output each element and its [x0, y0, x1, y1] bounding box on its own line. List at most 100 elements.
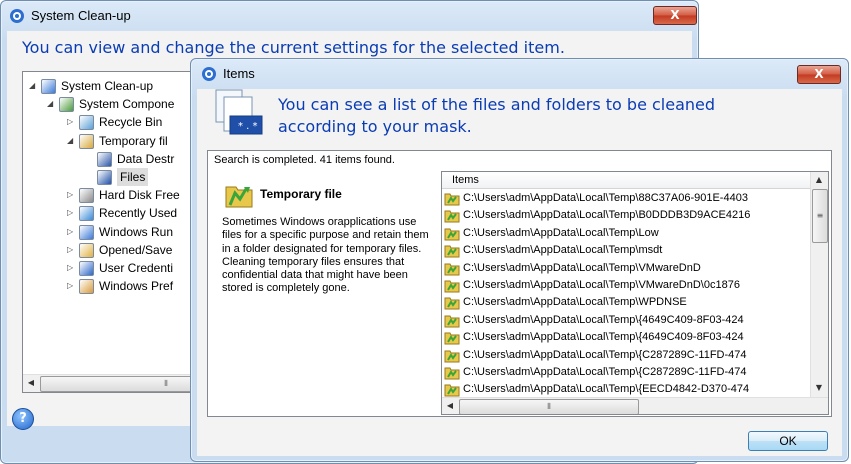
scroll-thumb[interactable]: ⦀ — [40, 376, 191, 392]
list-item-path: C:\Users\adm\AppData\Local\Temp\Low — [463, 226, 659, 239]
item-description: Sometimes Windows orapplications use fil… — [222, 216, 429, 295]
collapsed-arrow-icon[interactable]: ▷ — [67, 282, 75, 290]
folder-icon — [444, 209, 460, 223]
list-item[interactable]: C:\Users\adm\AppData\Local\Temp\B0DDDB3D… — [442, 207, 810, 225]
collapsed-arrow-icon[interactable]: ▷ — [67, 245, 75, 254]
tree-item-label: System Clean-up — [61, 79, 154, 93]
folder-icon — [444, 192, 460, 206]
list-item[interactable]: C:\Users\adm\AppData\Local\Temp\Low — [442, 225, 810, 243]
tree-item-label: Files — [117, 168, 149, 186]
collapsed-arrow-icon[interactable]: ▷ — [67, 227, 75, 236]
list-vertical-scrollbar[interactable]: ▲ ≡ ▼ — [810, 172, 828, 397]
help-button[interactable]: ? — [12, 408, 34, 430]
list-item-path: C:\Users\adm\AppData\Local\Temp\{4649C40… — [463, 313, 744, 326]
list-item[interactable]: C:\Users\adm\AppData\Local\Temp\msdt — [442, 242, 810, 260]
collapsed-arrow-icon[interactable]: ▷ — [67, 118, 75, 126]
settings-tree[interactable]: ◢ System Clean-up ◢ System Compone ▷ Recycle … — [22, 71, 192, 393]
tree-item-label: System Compone — [79, 97, 175, 112]
list-item[interactable]: C:\Users\adm\AppData\Local\Temp\{4649C40… — [442, 312, 810, 330]
folder-icon — [444, 349, 460, 363]
tree-item-label: Recently Used — [99, 206, 178, 221]
collapsed-arrow-icon — [85, 155, 93, 163]
ok-button[interactable]: OK — [748, 431, 828, 451]
folder-icon — [444, 279, 460, 293]
list-item-path: C:\Users\adm\AppData\Local\Temp\{4649C40… — [463, 331, 744, 344]
list-item[interactable]: C:\Users\adm\AppData\Local\Temp\VMwareDn… — [442, 277, 810, 295]
folder-icon — [444, 296, 460, 310]
list-horizontal-scrollbar[interactable]: ◀ ⦀ — [442, 397, 828, 414]
vertical-scroll-thumb[interactable]: ≡ — [812, 189, 828, 243]
list-item[interactable]: C:\Users\adm\AppData\Local\Temp\88C37A06… — [442, 190, 810, 208]
system-cleanup-icon — [41, 79, 56, 94]
tree-item-label: User Credenti — [99, 261, 174, 275]
list-item[interactable]: C:\Users\adm\AppData\Local\Temp\VMwareDn… — [442, 260, 810, 278]
hard-disk-icon — [79, 188, 94, 204]
data-destruction-icon — [97, 151, 112, 167]
list-item-path: C:\Users\adm\AppData\Local\Temp\B0DDDB3D… — [463, 209, 751, 222]
windows-run-icon — [79, 224, 94, 240]
tree-item-label: Windows Pref — [99, 279, 174, 294]
list-scroll-thumb[interactable]: ⦀ — [459, 399, 639, 414]
list-item-path: C:\Users\adm\AppData\Local\Temp\VMwareDn… — [463, 261, 701, 274]
list-item[interactable]: C:\Users\adm\AppData\Local\Temp\{C287289… — [442, 347, 810, 365]
list-item-path: C:\Users\adm\AppData\Local\Temp\WPDNSE — [463, 296, 687, 309]
recycle-bin-icon — [79, 115, 94, 131]
list-item-path: C:\Users\adm\AppData\Local\Temp\88C37A06… — [463, 192, 748, 204]
column-header-items[interactable]: Items — [442, 172, 810, 189]
tree-horizontal-scrollbar[interactable]: ◀ ⦀ — [23, 374, 191, 392]
results-panel: Search is completed. 41 items found. Tem… — [207, 150, 832, 417]
dialog-app-icon — [202, 67, 216, 81]
files-icon — [97, 170, 112, 185]
item-title: Temporary file — [260, 187, 342, 201]
list-item-path: C:\Users\adm\AppData\Local\Temp\{C287289… — [463, 348, 747, 361]
scroll-up-arrow[interactable]: ▲ — [811, 172, 827, 188]
dialog-close-button[interactable]: X — [797, 65, 841, 84]
collapsed-arrow-icon[interactable]: ▷ — [67, 209, 75, 217]
temp-files-icon — [79, 133, 94, 149]
collapsed-arrow-icon — [85, 173, 93, 181]
expanded-arrow-icon[interactable]: ◢ — [29, 82, 37, 90]
folder-icon — [444, 244, 460, 258]
opened-saved-icon — [79, 242, 94, 258]
items-list[interactable]: Items C:\Users\adm\AppData\Local\Temp\88… — [441, 171, 829, 415]
dialog-title: Items — [223, 66, 255, 81]
tree-item-label: Hard Disk Free — [99, 188, 180, 203]
collapsed-arrow-icon[interactable]: ▷ — [67, 191, 75, 199]
scroll-left-arrow[interactable]: ◀ — [23, 375, 39, 391]
tree-item-label: Temporary fil — [99, 133, 168, 148]
list-item[interactable]: C:\Users\adm\AppData\Local\Temp\{4649C40… — [442, 329, 810, 347]
folder-icon — [444, 331, 460, 345]
list-item[interactable]: C:\Users\adm\AppData\Local\Temp\{C287289… — [442, 364, 810, 382]
folder-icon — [444, 383, 460, 397]
folder-icon — [444, 366, 460, 380]
dialog-header-line2: according to your mask. — [278, 117, 472, 136]
search-status: Search is completed. 41 items found. — [214, 154, 395, 166]
windows-prefetch-icon — [79, 279, 94, 295]
app-icon — [10, 9, 24, 23]
collapsed-arrow-icon[interactable]: ▷ — [67, 264, 75, 272]
title-bar[interactable]: System Clean-up X — [1, 1, 698, 31]
scroll-down-arrow[interactable]: ▼ — [811, 380, 827, 396]
list-item-path: C:\Users\adm\AppData\Local\Temp\{EECD484… — [463, 383, 750, 396]
user-credentials-icon — [79, 261, 94, 276]
folder-icon — [444, 227, 460, 241]
svg-text:* . *: * . * — [238, 121, 258, 132]
column-header-label: Items — [452, 174, 479, 186]
tree-item-label: Recycle Bin — [99, 115, 163, 130]
components-icon — [59, 97, 74, 113]
list-item-path: C:\Users\adm\AppData\Local\Temp\msdt — [463, 244, 663, 257]
window-title: System Clean-up — [31, 8, 131, 23]
list-item[interactable]: C:\Users\adm\AppData\Local\Temp\WPDNSE — [442, 294, 810, 312]
page-subtitle: You can view and change the current sett… — [22, 38, 565, 57]
expanded-arrow-icon[interactable]: ◢ — [67, 136, 75, 145]
expanded-arrow-icon[interactable]: ◢ — [47, 100, 55, 108]
temporary-file-icon — [225, 186, 253, 208]
tree-item-label: Windows Run — [99, 224, 174, 239]
list-scroll-left-arrow[interactable]: ◀ — [442, 398, 458, 414]
dialog-title-bar[interactable]: Items X — [191, 59, 848, 89]
recently-used-icon — [79, 206, 94, 222]
tree-item-label: Data Destr — [117, 151, 175, 166]
tree-item-label: Opened/Save — [99, 242, 173, 257]
list-item-path: C:\Users\adm\AppData\Local\Temp\{C287289… — [463, 366, 747, 378]
close-button[interactable]: X — [653, 6, 697, 25]
